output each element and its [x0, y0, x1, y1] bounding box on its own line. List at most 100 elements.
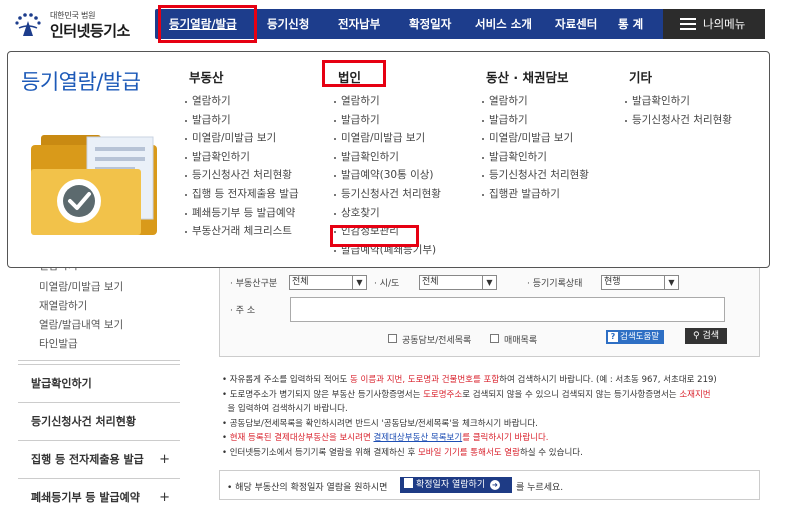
- fixed-date-view-label: 확정일자 열람하기: [416, 480, 486, 490]
- chevron-down-icon: ▼: [664, 276, 678, 289]
- nav-service-intro[interactable]: 서비스 소개: [475, 9, 532, 39]
- sidebar-item-closed-reservation[interactable]: 폐쇄등기부 등 발급예약 +: [18, 478, 180, 516]
- arrow-right-icon: ➜: [489, 480, 500, 490]
- column-head-real-estate: 부동산: [189, 70, 224, 85]
- menu-item[interactable]: 미열람/미발급 보기: [185, 129, 299, 148]
- notice-tail-text: 를 누르세요.: [516, 483, 564, 493]
- menu-item[interactable]: 등기신청사건 처리현황: [185, 166, 299, 185]
- column-head-others: 기타: [629, 70, 653, 85]
- mega-menu-title: 등기열람/발급: [21, 70, 141, 94]
- menu-item[interactable]: 열람하기: [334, 92, 441, 111]
- sidebar-divider: [18, 360, 180, 361]
- trade-list-label: 매매목록: [504, 336, 538, 346]
- menu-item[interactable]: 등기신청사건 처리현황: [625, 111, 732, 130]
- menu-item[interactable]: 미열람/미발급 보기: [334, 129, 441, 148]
- menu-item[interactable]: 집행 등 전자제출용 발급: [185, 185, 299, 204]
- sidebar-item-label: 등기신청사건 처리현황: [31, 415, 137, 428]
- menu-item[interactable]: 등기신청사건 처리현황: [334, 185, 441, 204]
- chevron-down-icon: ▼: [352, 276, 366, 289]
- nav-fixed-date[interactable]: 확정일자: [409, 9, 451, 39]
- record-status-label: · 등기기록상태: [527, 279, 583, 289]
- sidebar-sub-others[interactable]: 타인발급: [39, 336, 78, 351]
- expand-plus-icon[interactable]: +: [159, 441, 170, 479]
- search-icon: ⚲: [692, 331, 700, 341]
- column-list-movable-assets: 열람하기 발급하기 미열람/미발급 보기 발급확인하기 등기신청사건 처리현황 …: [482, 92, 589, 204]
- sidebar-sub-review[interactable]: 재열람하기: [39, 298, 87, 313]
- menu-item[interactable]: 부동산거래 체크리스트: [185, 222, 299, 241]
- court-emblem-icon: [15, 13, 41, 36]
- menu-item[interactable]: 발급하기: [482, 111, 589, 130]
- sidebar-item-label: 폐쇄등기부 등 발급예약: [31, 491, 140, 504]
- note-line: • 인터넷등기소에서 등기기록 열람을 위해 결제하신 후 모바일 기기를 통해…: [222, 447, 583, 458]
- column-list-others: 발급확인하기 등기신청사건 처리현황: [625, 92, 732, 129]
- region-label: · 시/도: [374, 279, 400, 289]
- region-select[interactable]: 전체 ▼: [419, 275, 497, 290]
- question-icon: ?: [608, 332, 618, 342]
- menu-item[interactable]: 상호찾기: [334, 204, 441, 223]
- logo-title: 인터넷등기소: [50, 22, 130, 40]
- header: 대한민국 법원 인터넷등기소 등기열람/발급 등기신청 전자납부 확정일자 서비…: [0, 0, 800, 46]
- search-button-label: 검색: [702, 331, 720, 341]
- menu-item[interactable]: 열람하기: [482, 92, 589, 111]
- menu-item[interactable]: 등기신청사건 처리현황: [482, 166, 589, 185]
- notice-text: • 해당 부동산의 확정일자 열람을 원하시면: [227, 483, 388, 493]
- property-type-label: · 부동산구분: [230, 279, 278, 289]
- expand-plus-icon[interactable]: +: [159, 479, 170, 517]
- menu-item[interactable]: 발급하기: [334, 111, 441, 130]
- menu-item[interactable]: 폐쇄등기부 등 발급예약: [185, 204, 299, 223]
- sidebar-sub-unviewed[interactable]: 미열람/미발급 보기: [39, 279, 123, 294]
- payment-list-link[interactable]: 결제대상부동산 목록보기: [373, 433, 462, 443]
- note-line: • 현재 등록된 결제대상부동산을 보시려면 결제대상부동산 목록보기를 클릭하…: [222, 433, 549, 443]
- sidebar-item-issue-confirm[interactable]: 발급확인하기: [18, 364, 180, 402]
- menu-item[interactable]: 집행관 발급하기: [482, 185, 589, 204]
- court-logo[interactable]: 대한민국 법원 인터넷등기소: [14, 9, 144, 40]
- column-list-real-estate: 열람하기 발급하기 미열람/미발급 보기 발급확인하기 등기신청사건 처리현황 …: [185, 92, 299, 241]
- menu-item[interactable]: 발급확인하기: [482, 148, 589, 167]
- nav-resource-center[interactable]: 자료센터: [555, 9, 597, 39]
- search-help-button[interactable]: ? 검색도움말: [606, 330, 664, 344]
- note-line: 을 입력하여 검색하시기 바랍니다.: [227, 404, 348, 414]
- nav-statistics[interactable]: 통 계: [618, 9, 643, 39]
- fixed-date-notice: • 해당 부동산의 확정일자 열람을 원하시면 확정일자 열람하기 ➜ 를 누르…: [219, 470, 760, 500]
- record-status-select[interactable]: 현행 ▼: [601, 275, 679, 290]
- note-line: • 자유롭게 주소를 입력하되 적어도 동 이름과 지번, 도로명과 건물번호를…: [222, 375, 717, 385]
- region-value: 전체: [422, 277, 439, 287]
- search-help-label: 검색도움말: [620, 332, 660, 342]
- column-head-movable-assets: 동산 · 채권담보: [486, 70, 569, 85]
- address-label: · 주 소: [230, 306, 256, 316]
- folder-check-icon: [31, 135, 157, 235]
- highlight-box-nav: [158, 5, 257, 43]
- menu-item[interactable]: 열람하기: [185, 92, 299, 111]
- nav-e-payment[interactable]: 전자납부: [338, 9, 380, 39]
- search-button[interactable]: ⚲ 검색: [685, 328, 727, 344]
- menu-item[interactable]: 발급하기: [185, 111, 299, 130]
- mega-menu-dropdown: 등기열람/발급 부동산 열람하기 발급하기 미열람/미발급 보기 발급확인하기 …: [7, 51, 770, 268]
- sidebar-item-e-submit[interactable]: 집행 등 전자제출용 발급 +: [18, 440, 180, 478]
- sidebar-item-label: 집행 등 전자제출용 발급: [31, 453, 144, 466]
- sidebar-item-case-status[interactable]: 등기신청사건 처리현황: [18, 402, 180, 440]
- search-notes: • 자유롭게 주소를 입력하되 적어도 동 이름과 지번, 도로명과 건물번호를…: [222, 373, 762, 460]
- fixed-date-view-button[interactable]: 확정일자 열람하기 ➜: [400, 477, 512, 493]
- sidebar-sub-history[interactable]: 열람/발급내역 보기: [39, 317, 123, 332]
- menu-item[interactable]: 발급확인하기: [625, 92, 732, 111]
- highlight-box-corporation: [322, 60, 386, 87]
- menu-item[interactable]: 발급확인하기: [334, 148, 441, 167]
- menu-item[interactable]: 미열람/미발급 보기: [482, 129, 589, 148]
- my-menu-label: 나의메뉴: [703, 17, 746, 31]
- trade-list-checkbox[interactable]: [490, 334, 499, 343]
- sidebar-item-label: 발급확인하기: [31, 377, 92, 390]
- document-icon: [404, 478, 413, 488]
- joint-collateral-checkbox[interactable]: [388, 334, 397, 343]
- menu-item[interactable]: 발급확인하기: [185, 148, 299, 167]
- joint-collateral-label: 공동담보/전세목록: [402, 336, 472, 346]
- nav-registry-apply[interactable]: 등기신청: [267, 9, 309, 39]
- my-menu-button[interactable]: 나의메뉴: [663, 9, 765, 39]
- hamburger-icon: [680, 18, 696, 30]
- address-input[interactable]: [290, 297, 725, 322]
- highlight-box-seal-info: [330, 225, 419, 247]
- property-type-value: 전체: [292, 277, 309, 287]
- note-line: • 공동담보/전세목록을 확인하시려면 반드시 '공동담보/전세목록'을 체크하…: [222, 418, 538, 429]
- chevron-down-icon: ▼: [482, 276, 496, 289]
- menu-item[interactable]: 발급예약(30통 이상): [334, 166, 441, 185]
- property-type-select[interactable]: 전체 ▼: [289, 275, 367, 290]
